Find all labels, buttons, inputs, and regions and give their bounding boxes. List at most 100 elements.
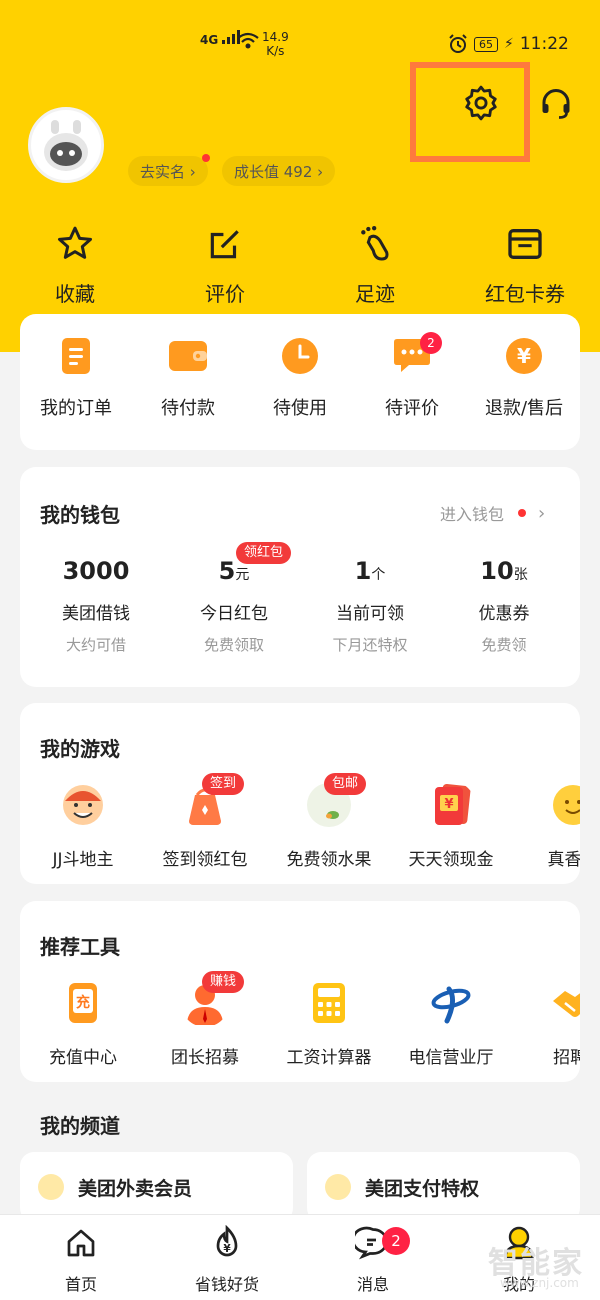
clock-time: 11:22 xyxy=(519,34,569,54)
tool-label: 充值中心 xyxy=(49,1048,117,1068)
footprint-icon xyxy=(361,226,389,261)
game-item[interactable]: ¥ 天天领现金 xyxy=(386,781,516,870)
game-tag: 签到 xyxy=(202,773,245,795)
home-icon xyxy=(67,1229,95,1257)
svg-text:¥: ¥ xyxy=(517,344,531,368)
speed-value: 14.9 xyxy=(262,30,289,44)
nav-messages[interactable]: 消息 2 xyxy=(298,1225,448,1295)
game-label: 签到领红包 xyxy=(162,850,248,870)
game-item[interactable]: 签到领红包 xyxy=(140,781,270,870)
orders-card: 我的订单 待付款 待使用 待评价 2 ¥ 退款/售后 xyxy=(20,314,580,450)
enter-wallet-label: 进入钱包 xyxy=(440,505,505,524)
nav-label: 首页 xyxy=(64,1275,97,1294)
handshake-icon xyxy=(553,991,580,1017)
claim-redpacket-tag: 领红包 xyxy=(236,542,292,564)
watermark-url: www.znj.com xyxy=(500,1276,579,1290)
order-label: 待使用 xyxy=(273,398,327,419)
avatar[interactable] xyxy=(28,107,104,183)
wallet-value: 1 xyxy=(354,557,372,585)
wallet-item-redpacket[interactable]: 5元 今日红包 免费领取 xyxy=(164,557,304,655)
telecom-icon xyxy=(431,986,471,1024)
order-item-unpaid[interactable]: 待付款 xyxy=(132,336,244,420)
nav-deals[interactable]: ¥ 省钱好货 xyxy=(152,1224,302,1295)
quick-label: 评价 xyxy=(205,282,245,306)
wallet-item-loan[interactable]: 3000 美团借钱 大约可借 xyxy=(26,557,166,655)
alarm-icon xyxy=(449,34,467,53)
order-list-icon xyxy=(62,338,90,374)
phone-recharge-icon: 充 xyxy=(69,983,97,1023)
tool-item[interactable]: 团长招募 xyxy=(140,979,270,1068)
message-badge: 2 xyxy=(382,1227,410,1255)
svg-text:充: 充 xyxy=(76,994,90,1011)
wallet-item-coupons[interactable]: 10张 优惠券 免费领 xyxy=(434,557,574,655)
game-item[interactable]: 真香大 xyxy=(508,781,580,870)
quick-coupons[interactable]: 红包卡券 xyxy=(450,222,600,307)
wallet-value: 3000 xyxy=(62,557,130,585)
growth-value-button[interactable]: 成长值 492 › xyxy=(222,156,336,186)
tools-title: 推荐工具 xyxy=(40,935,120,959)
avatar-robot-icon xyxy=(44,120,88,171)
wallet-label: 当前可领 xyxy=(336,604,404,624)
red-envelope-icon: ¥ xyxy=(435,784,471,825)
tool-label: 招聘/ xyxy=(553,1048,580,1068)
enter-wallet-link[interactable]: 进入钱包 › xyxy=(440,501,545,525)
settings-highlight-box xyxy=(410,62,530,162)
network-speed: 14.9 K/s xyxy=(262,30,289,58)
battery-icon: 65 xyxy=(474,36,498,52)
order-item-to-review[interactable]: 待评价 2 xyxy=(356,332,468,420)
channel-label: 美团支付特权 xyxy=(365,1178,480,1200)
speed-unit: K/s xyxy=(266,44,285,58)
smiley-icon xyxy=(553,785,580,825)
wallet-sub: 下月还特权 xyxy=(332,636,408,654)
charging-icon: ⚡ xyxy=(504,36,514,52)
verify-identity-button[interactable]: 去实名 › xyxy=(128,154,210,186)
coupon-wallet-icon xyxy=(508,229,542,259)
game-label: 天天领现金 xyxy=(408,850,494,870)
verify-label: 去实名 › xyxy=(140,162,196,181)
game-tag: 包邮 xyxy=(324,773,367,795)
tool-tag: 赚钱 xyxy=(202,971,245,993)
game-item[interactable]: 免费领水果 xyxy=(264,781,394,870)
wallet-icon xyxy=(169,341,207,371)
quick-favorites[interactable]: 收藏 xyxy=(0,222,150,307)
tool-item[interactable]: 工资计算器 xyxy=(264,979,394,1068)
wallet-label: 今日红包 xyxy=(200,604,268,624)
edit-icon xyxy=(210,230,239,259)
quick-label: 足迹 xyxy=(355,282,395,306)
refund-icon: ¥ xyxy=(506,338,542,374)
quick-reviews[interactable]: 评价 xyxy=(150,222,300,307)
wifi-icon xyxy=(237,32,259,49)
unread-badge: 2 xyxy=(420,332,442,354)
channel-label: 美团外卖会员 xyxy=(78,1178,193,1200)
wallet-item-claimable[interactable]: 1个 当前可领 下月还特权 xyxy=(300,557,440,655)
quick-footprints[interactable]: 足迹 xyxy=(300,222,450,307)
tool-item[interactable]: 充 充值中心 xyxy=(20,979,148,1068)
tool-item[interactable]: 电信营业厅 xyxy=(386,979,516,1068)
tool-label: 工资计算器 xyxy=(286,1048,372,1068)
tool-item[interactable]: 招聘/ xyxy=(508,979,580,1068)
wallet-unit: 元 xyxy=(235,567,250,583)
order-label: 待付款 xyxy=(161,398,215,419)
order-item-refund[interactable]: ¥ 退款/售后 xyxy=(468,336,580,420)
channel-item[interactable]: 美团外卖会员 xyxy=(20,1152,293,1222)
network-label: 4G xyxy=(200,33,219,47)
headset-icon[interactable] xyxy=(538,86,574,122)
tools-card: 推荐工具 充 充值中心 团长招募 赚钱 工资计算器 电信营业厅 招聘/ xyxy=(20,901,580,1082)
quick-label: 收藏 xyxy=(55,282,95,306)
pay-privilege-icon xyxy=(325,1174,351,1200)
notification-dot xyxy=(201,154,210,162)
notification-dot xyxy=(518,509,527,517)
channel-item[interactable]: 美团支付特权 xyxy=(307,1152,580,1222)
order-item-unused[interactable]: 待使用 xyxy=(244,336,356,420)
order-label: 我的订单 xyxy=(40,398,112,419)
order-item-all[interactable]: 我的订单 xyxy=(20,336,132,420)
game-label: 免费领水果 xyxy=(286,850,372,870)
nav-home[interactable]: 首页 xyxy=(6,1225,156,1295)
chevron-right-icon: › xyxy=(538,502,546,524)
game-item[interactable]: JJ斗地主 xyxy=(20,781,148,870)
star-icon xyxy=(58,226,92,259)
wallet-sub: 大约可借 xyxy=(65,636,126,654)
wallet-sub: 免费领 xyxy=(481,636,527,654)
games-card: 我的游戏 JJ斗地主 签到领红包 签到 免费领水果 包邮 ¥ 天天领现金 真香大 xyxy=(20,703,580,884)
flame-money-icon: ¥ xyxy=(216,1224,238,1257)
